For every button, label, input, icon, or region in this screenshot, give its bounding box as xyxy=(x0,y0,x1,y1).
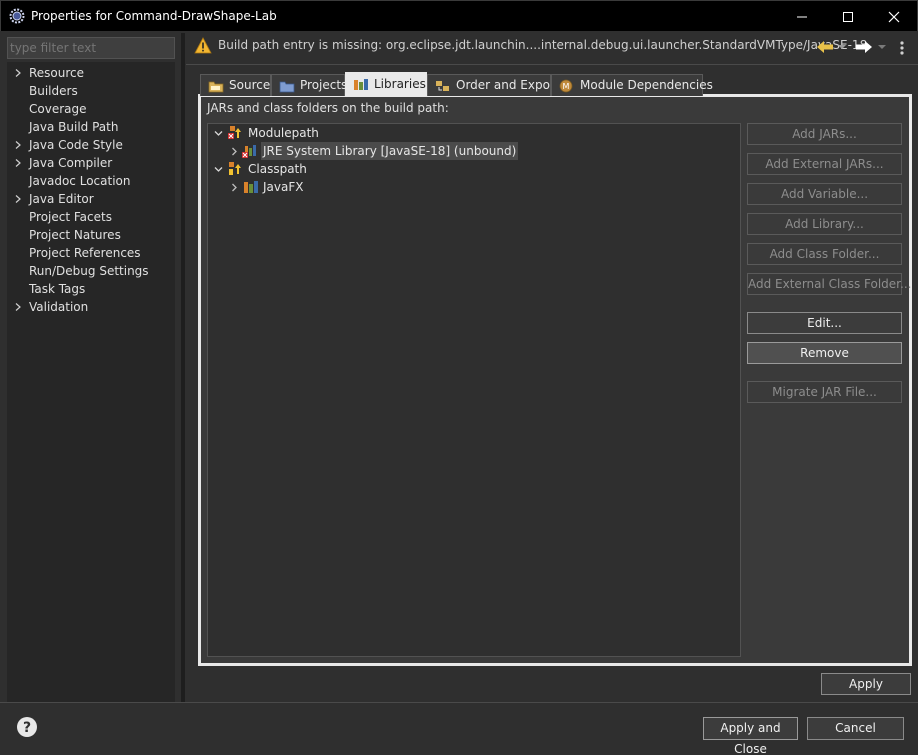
title-bar: Properties for Command-DrawShape-Lab xyxy=(0,0,918,31)
nav-item-builders[interactable]: Builders xyxy=(7,82,175,100)
tab-module-dependencies[interactable]: M Module Dependencies xyxy=(551,74,713,96)
tab-projects[interactable]: Projects xyxy=(271,74,347,96)
nav-item-javadoc-location[interactable]: Javadoc Location xyxy=(7,172,175,190)
nav-item-label: Task Tags xyxy=(29,282,86,296)
nav-item-label: Java Code Style xyxy=(29,138,123,152)
back-arrow-icon[interactable] xyxy=(816,40,834,54)
chevron-right-icon[interactable] xyxy=(14,69,22,77)
nav-item-run-debug-settings[interactable]: Run/Debug Settings xyxy=(7,262,175,280)
svg-text:M: M xyxy=(563,82,570,91)
close-button[interactable] xyxy=(871,1,917,32)
nav-item-project-references[interactable]: Project References xyxy=(7,244,175,262)
order-export-icon xyxy=(436,81,449,91)
help-icon[interactable]: ? xyxy=(16,716,38,738)
nav-item-resource[interactable]: Resource xyxy=(7,64,175,82)
cancel-button[interactable]: Cancel xyxy=(807,717,904,740)
chevron-right-icon[interactable] xyxy=(14,141,22,149)
nav-item-label: Coverage xyxy=(29,102,87,116)
pane-divider[interactable] xyxy=(181,33,185,703)
chevron-right-icon[interactable] xyxy=(14,195,22,203)
add-jars-button[interactable]: Add JARs... xyxy=(747,123,902,145)
add-external-jars-button[interactable]: Add External JARs... xyxy=(747,153,902,175)
nav-item-project-facets[interactable]: Project Facets xyxy=(7,208,175,226)
build-path-label: JARs and class folders on the build path… xyxy=(207,101,449,115)
nav-item-label: Project Facets xyxy=(29,210,112,224)
apply-button[interactable]: Apply xyxy=(821,673,911,695)
tree-node-jre-system-library[interactable]: JRE System Library [JavaSE-18] (unbound) xyxy=(208,142,738,160)
nav-item-task-tags[interactable]: Task Tags xyxy=(7,280,175,298)
nav-item-label: Java Build Path xyxy=(29,120,119,134)
modulepath-error-icon xyxy=(228,126,241,139)
message-text: Build path entry is missing: org.eclipse… xyxy=(218,38,868,52)
chevron-right-icon[interactable] xyxy=(14,303,22,311)
minimize-icon xyxy=(797,16,807,17)
tab-order-and-export[interactable]: Order and Export xyxy=(427,74,560,96)
library-icon xyxy=(244,181,258,193)
svg-text:?: ? xyxy=(23,720,31,736)
tree-node-modulepath[interactable]: Modulepath xyxy=(208,124,738,142)
warning-icon xyxy=(194,37,212,54)
add-class-folder-button[interactable]: Add Class Folder... xyxy=(747,243,902,265)
module-icon: M xyxy=(559,79,573,93)
add-variable-button[interactable]: Add Variable... xyxy=(747,183,902,205)
libraries-icon xyxy=(354,79,368,90)
view-menu-icon[interactable] xyxy=(895,40,909,56)
nav-item-java-compiler[interactable]: Java Compiler xyxy=(7,154,175,172)
filter-input[interactable] xyxy=(7,37,175,59)
add-library-button[interactable]: Add Library... xyxy=(747,213,902,235)
build-path-tree[interactable]: Modulepath JRE System Library [JavaSE-18… xyxy=(207,123,741,657)
forward-arrow-icon[interactable] xyxy=(855,40,873,54)
tab-source[interactable]: Source xyxy=(200,74,271,96)
nav-item-label: Javadoc Location xyxy=(29,174,131,188)
nav-item-java-build-path[interactable]: Java Build Path xyxy=(7,118,175,136)
add-external-class-folder-button[interactable]: Add External Class Folder... xyxy=(747,273,911,295)
nav-item-validation[interactable]: Validation xyxy=(7,298,175,316)
nav-item-label: Java Editor xyxy=(29,192,94,206)
chevron-right-icon[interactable] xyxy=(14,159,22,167)
nav-item-label: Builders xyxy=(29,84,78,98)
projects-icon xyxy=(279,81,295,93)
minimize-button[interactable] xyxy=(779,1,825,32)
library-error-icon xyxy=(242,145,256,158)
nav-item-label: Project References xyxy=(29,246,141,260)
window-title: Properties for Command-DrawShape-Lab xyxy=(31,9,277,23)
source-folder-icon xyxy=(208,81,224,93)
maximize-button[interactable] xyxy=(825,1,871,32)
tree-node-javafx[interactable]: JavaFX xyxy=(208,178,738,196)
chevron-down-icon[interactable] xyxy=(214,129,223,138)
header-separator xyxy=(186,64,918,65)
footer-separator xyxy=(0,702,918,703)
tree-node-classpath[interactable]: Classpath xyxy=(208,160,738,178)
nav-item-project-natures[interactable]: Project Natures xyxy=(7,226,175,244)
eclipse-gear-icon xyxy=(9,8,25,24)
chevron-right-icon[interactable] xyxy=(230,183,239,192)
chevron-right-icon[interactable] xyxy=(230,147,239,156)
migrate-jar-button[interactable]: Migrate JAR File... xyxy=(747,381,902,403)
forward-dropdown-icon[interactable] xyxy=(878,44,886,50)
nav-item-label: Validation xyxy=(29,300,89,314)
apply-and-close-button[interactable]: Apply and Close xyxy=(703,717,798,755)
tab-libraries[interactable]: Libraries xyxy=(345,72,427,96)
edit-button[interactable]: Edit... xyxy=(747,312,902,334)
close-icon xyxy=(888,11,900,22)
nav-item-java-editor[interactable]: Java Editor xyxy=(7,190,175,208)
nav-item-label: Run/Debug Settings xyxy=(29,264,149,278)
remove-button[interactable]: Remove xyxy=(747,342,902,364)
nav-item-label: Java Compiler xyxy=(29,156,113,170)
nav-item-coverage[interactable]: Coverage xyxy=(7,100,175,118)
back-dropdown-icon[interactable] xyxy=(838,44,846,50)
maximize-icon xyxy=(843,11,853,22)
nav-item-java-code-style[interactable]: Java Code Style xyxy=(7,136,175,154)
classpath-icon xyxy=(229,162,241,175)
nav-item-label: Project Natures xyxy=(29,228,121,242)
property-page-tree[interactable]: Resource Builders Coverage Java Build Path J… xyxy=(7,62,175,702)
chevron-down-icon[interactable] xyxy=(214,165,223,174)
nav-item-label: Resource xyxy=(29,66,85,80)
